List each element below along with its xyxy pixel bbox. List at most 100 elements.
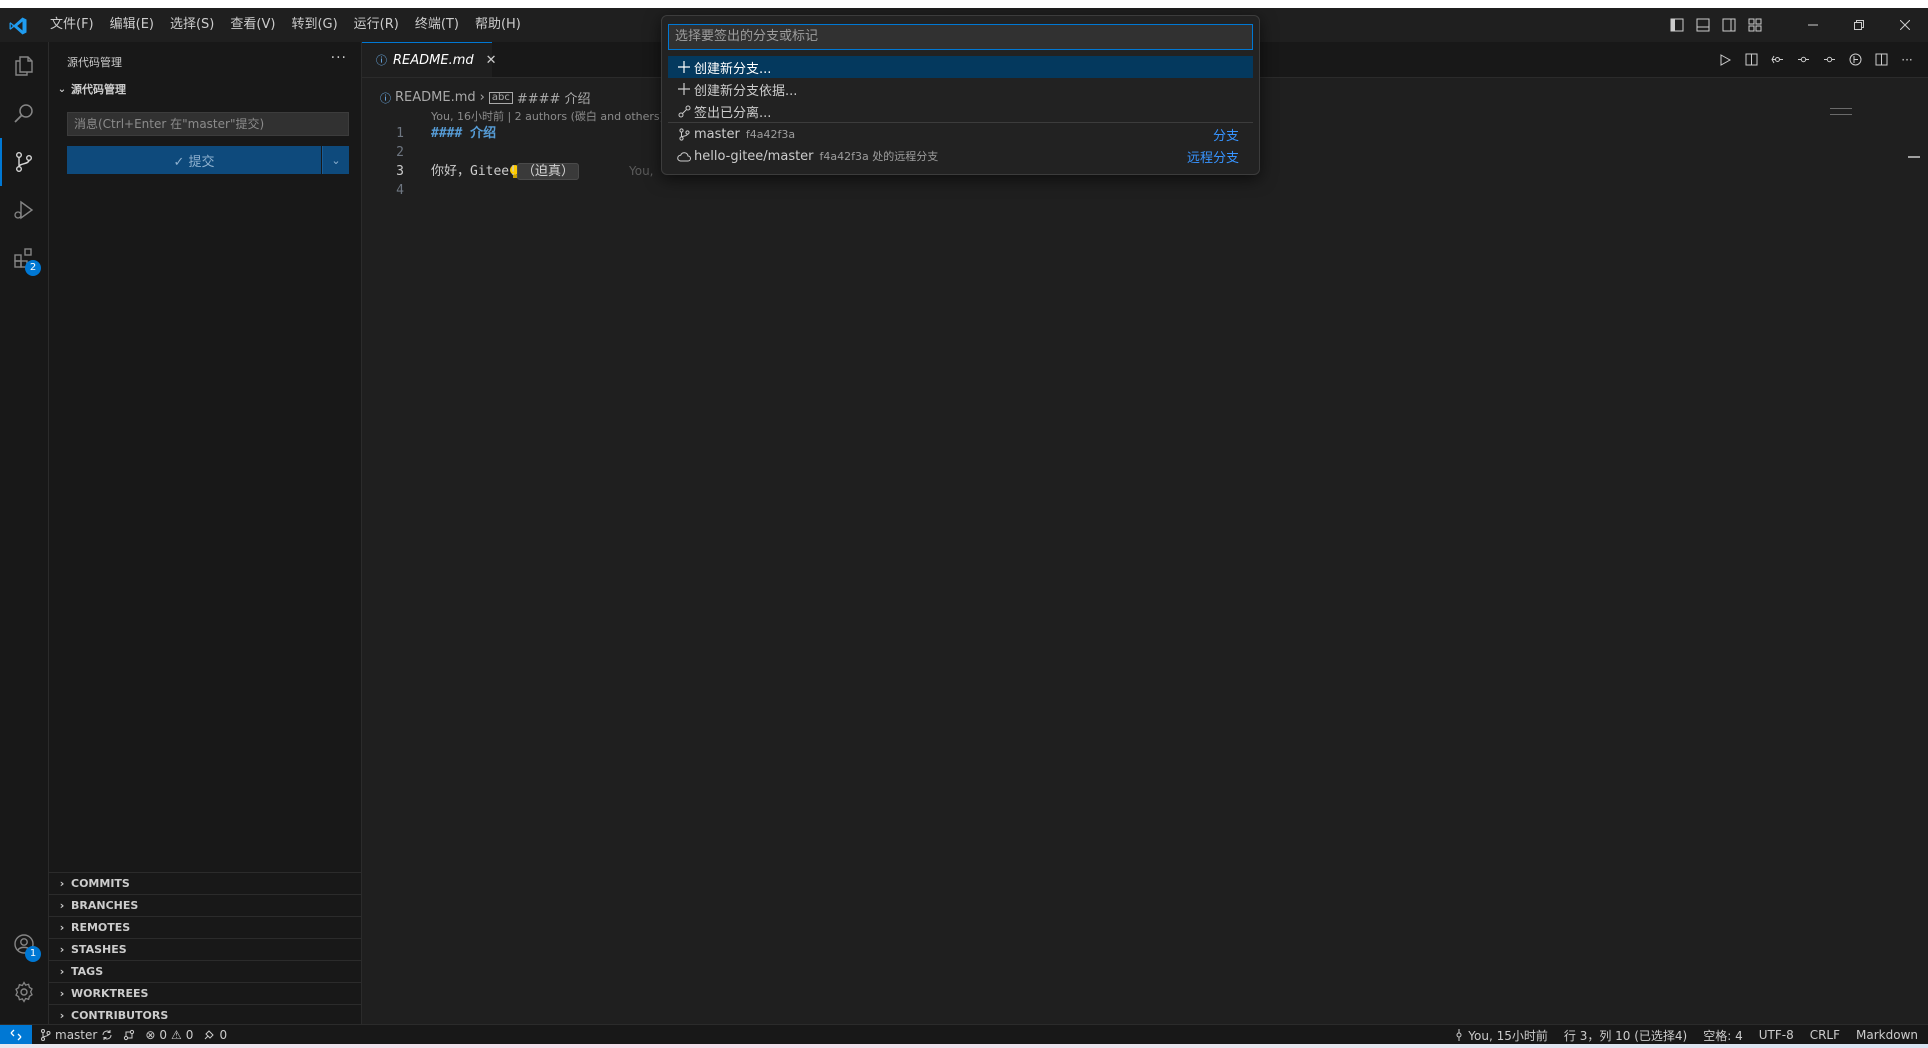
menu-file[interactable]: 文件(F) xyxy=(42,8,102,42)
quick-pick-item-remote-master[interactable]: hello-gitee/master f4a42f3a 处的远程分支 远程分支 xyxy=(668,145,1253,167)
close-tab-icon[interactable]: ✕ xyxy=(486,53,497,68)
chevron-right-icon: › xyxy=(59,921,65,934)
next-change-icon[interactable] xyxy=(1816,42,1842,77)
sidebar-more-actions-icon[interactable]: ··· xyxy=(331,50,347,66)
status-left: master ⊗ 0 ⚠ 0 0 xyxy=(40,1025,227,1044)
status-indentation[interactable]: 空格: 4 xyxy=(1703,1027,1743,1044)
status-language[interactable]: Markdown xyxy=(1856,1028,1918,1042)
close-window-icon[interactable] xyxy=(1882,8,1928,42)
title-bar-controls xyxy=(1664,8,1928,42)
menu-terminal[interactable]: 终端(T) xyxy=(407,8,467,42)
customize-layout-icon[interactable] xyxy=(1742,8,1768,42)
branch-quick-pick: 选择要签出的分支或标记 创建新分支... 创建新分支依据... 签出已分离...… xyxy=(661,15,1260,175)
toggle-secondary-sidebar-icon[interactable] xyxy=(1716,8,1742,42)
accounts-icon[interactable]: 1 xyxy=(0,920,48,968)
scrollbar-cursor-marker xyxy=(1908,156,1920,158)
desktop-taskbar-edge xyxy=(0,1044,1928,1048)
menu-edit[interactable]: 编辑(E) xyxy=(102,8,162,42)
info-icon: ⓘ xyxy=(380,91,391,105)
status-right: You, 15小时前 行 3，列 10 (已选择4) 空格: 4 UTF-8 C… xyxy=(1454,1025,1918,1044)
panel-remotes[interactable]: › REMOTES xyxy=(49,916,361,938)
source-control-sidebar: 源代码管理 ··· ⌄ 源代码管理 消息(Ctrl+Enter 在"master… xyxy=(49,42,362,1024)
commit-message-input[interactable]: 消息(Ctrl+Enter 在"master"提交) xyxy=(67,112,349,136)
split-editor-icon[interactable] xyxy=(1868,42,1894,77)
timeline-icon[interactable] xyxy=(1842,42,1868,77)
branch-icon xyxy=(674,127,694,141)
panel-commits[interactable]: › COMMITS xyxy=(49,872,361,894)
extensions-icon[interactable]: 2 xyxy=(0,234,48,282)
sync-icon xyxy=(102,1030,112,1040)
port-icon xyxy=(205,1030,215,1040)
status-cursor-position[interactable]: 行 3，列 10 (已选择4) xyxy=(1564,1027,1687,1044)
info-icon: ⓘ xyxy=(376,54,387,67)
restore-icon[interactable] xyxy=(1836,8,1882,42)
breadcrumb-file[interactable]: README.md xyxy=(395,90,476,105)
open-changes-icon[interactable] xyxy=(1764,42,1790,77)
status-blame[interactable]: You, 15小时前 xyxy=(1454,1027,1548,1044)
panel-tags[interactable]: › TAGS xyxy=(49,960,361,982)
cloud-icon xyxy=(674,151,694,162)
sidebar-title: 源代码管理 xyxy=(67,56,122,69)
run-debug-icon[interactable] xyxy=(0,186,48,234)
quick-pick-input[interactable]: 选择要签出的分支或标记 xyxy=(668,24,1253,50)
status-encoding[interactable]: UTF-8 xyxy=(1759,1028,1794,1042)
git-commit-icon xyxy=(1456,1029,1462,1041)
status-problems[interactable]: ⊗ 0 ⚠ 0 xyxy=(145,1028,193,1042)
menu-bar: 文件(F) 编辑(E) 选择(S) 查看(V) 转到(G) 运行(R) 终端(T… xyxy=(42,8,529,42)
toggle-panel-icon[interactable] xyxy=(1690,8,1716,42)
menu-go[interactable]: 转到(G) xyxy=(283,8,345,42)
commit-dropdown-button[interactable]: ⌄ xyxy=(322,146,349,174)
git-graph-icon[interactable] xyxy=(123,1029,135,1041)
run-icon[interactable] xyxy=(1712,42,1738,77)
minimap[interactable] xyxy=(1830,108,1852,115)
minimize-icon[interactable] xyxy=(1790,8,1836,42)
remote-indicator-icon[interactable] xyxy=(0,1025,32,1044)
chevron-right-icon: › xyxy=(59,965,65,978)
status-branch[interactable]: master xyxy=(40,1028,113,1042)
detach-icon xyxy=(674,105,694,118)
quick-pick-item-master[interactable]: master f4a42f3a 分支 xyxy=(668,122,1253,145)
quick-pick-item-checkout-detached[interactable]: 签出已分离... xyxy=(668,100,1253,122)
tab-readme[interactable]: ⓘ README.md ✕ xyxy=(362,42,497,77)
breadcrumb-symbol[interactable]: #### 介绍 xyxy=(517,88,591,107)
status-eol[interactable]: CRLF xyxy=(1810,1028,1840,1042)
blame-codelens[interactable]: You, 16小时前 | 2 authors (碳白 and others) xyxy=(431,108,664,124)
menu-selection[interactable]: 选择(S) xyxy=(162,8,222,42)
menu-help[interactable]: 帮助(H) xyxy=(467,8,529,42)
menu-run[interactable]: 运行(R) xyxy=(346,8,407,42)
panel-worktrees[interactable]: › WORKTREES xyxy=(49,982,361,1004)
explorer-icon[interactable] xyxy=(0,42,48,90)
sidebar-panels: › COMMITS › BRANCHES › REMOTES › STASHES › TA… xyxy=(49,872,361,1026)
source-control-section-header[interactable]: ⌄ 源代码管理 xyxy=(49,78,361,100)
previous-change-icon[interactable] xyxy=(1790,42,1816,77)
quick-pick-item-create-branch-from[interactable]: 创建新分支依据... xyxy=(668,78,1253,100)
extensions-badge: 2 xyxy=(25,260,41,276)
branch-icon xyxy=(41,1029,51,1041)
commit-button[interactable]: ✓ 提交 xyxy=(67,146,321,174)
panel-branches[interactable]: › BRANCHES xyxy=(49,894,361,916)
chevron-down-icon: ⌄ xyxy=(57,83,67,95)
toggle-primary-sidebar-icon[interactable] xyxy=(1664,8,1690,42)
accounts-badge: 1 xyxy=(25,946,41,962)
line-number: 4 xyxy=(396,183,404,198)
search-icon[interactable] xyxy=(0,90,48,138)
plus-icon xyxy=(674,61,694,73)
quick-pick-item-create-branch[interactable]: 创建新分支... xyxy=(668,56,1253,78)
settings-gear-icon[interactable] xyxy=(0,968,48,1016)
error-icon: ⊗ xyxy=(145,1028,156,1042)
menu-view[interactable]: 查看(V) xyxy=(222,8,283,42)
selected-text: （迫真） xyxy=(516,163,579,180)
chevron-right-icon: › xyxy=(59,943,65,956)
warning-icon: ⚠ xyxy=(171,1028,182,1042)
status-ports[interactable]: 0 xyxy=(203,1028,227,1042)
breadcrumb: ⓘ README.md › abc #### 介绍 xyxy=(380,88,591,107)
source-control-icon[interactable] xyxy=(0,138,48,186)
panel-stashes[interactable]: › STASHES xyxy=(49,938,361,960)
line-number: 3 xyxy=(396,164,404,179)
open-preview-icon[interactable] xyxy=(1738,42,1764,77)
chevron-right-icon: › xyxy=(59,987,65,1000)
inline-blame: You, xyxy=(628,164,654,178)
line-content: 你好，Gitee! （迫真） You, xyxy=(431,162,653,181)
panel-contributors[interactable]: › CONTRIBUTORS xyxy=(49,1004,361,1026)
more-actions-icon[interactable]: ··· xyxy=(1894,42,1920,77)
